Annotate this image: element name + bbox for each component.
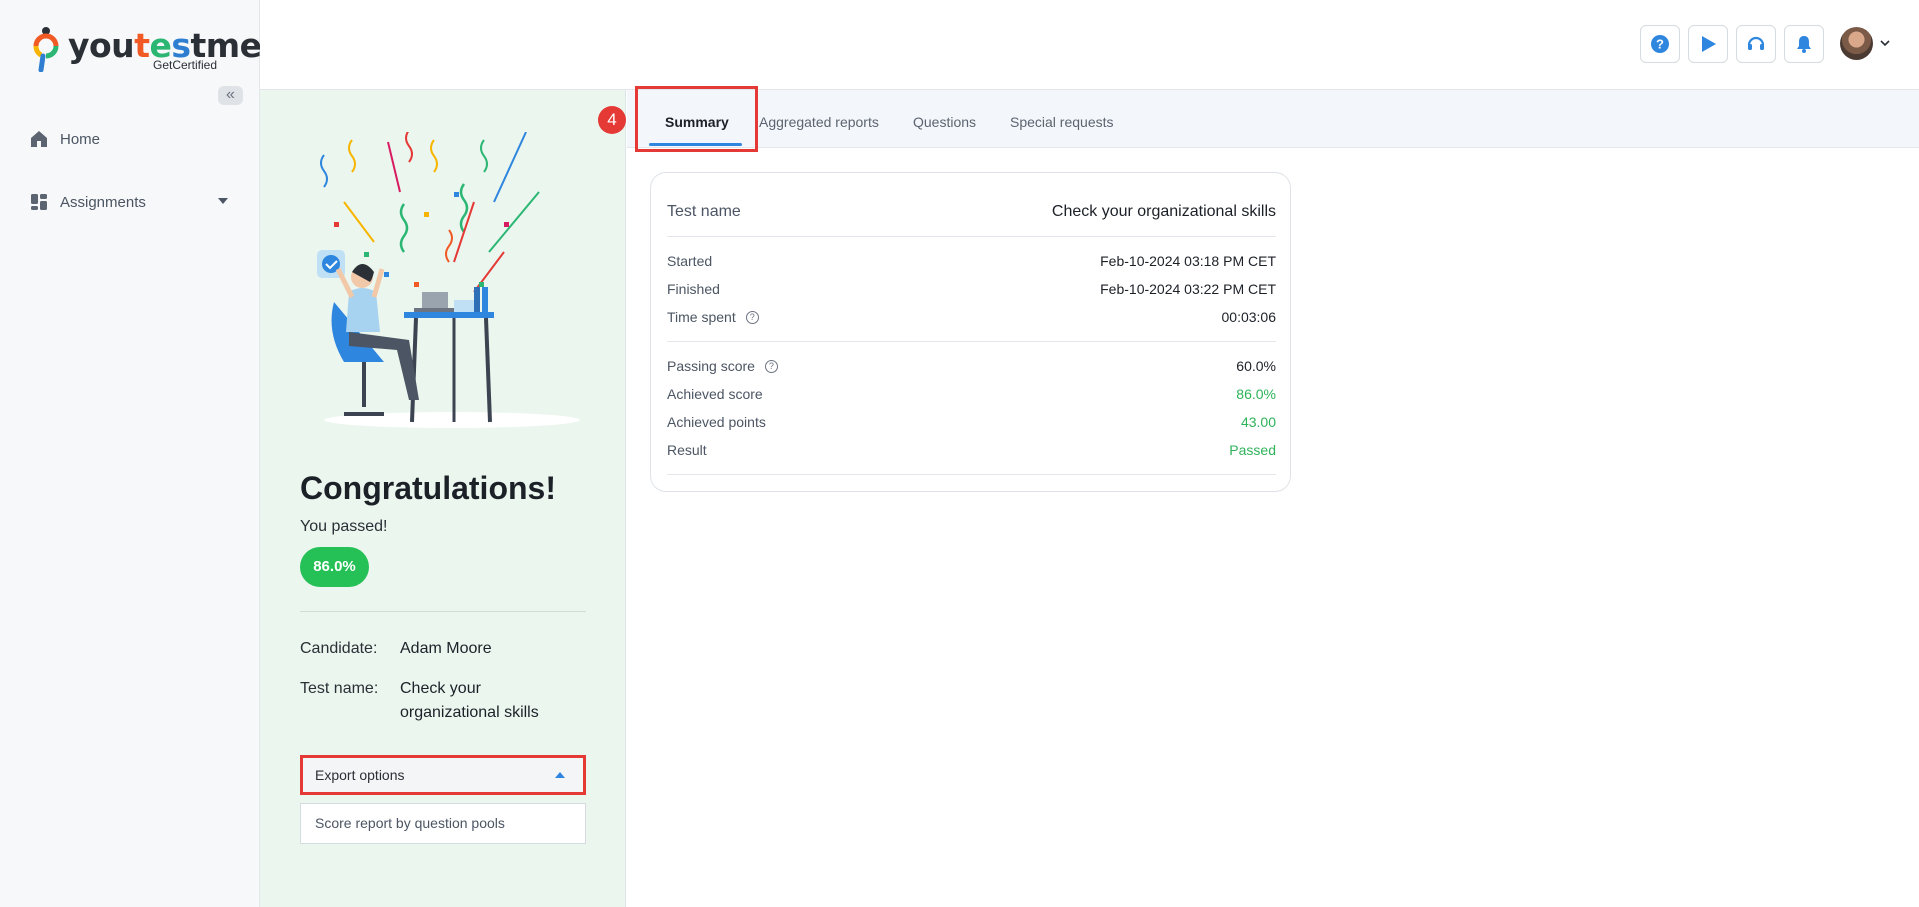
chevron-down-icon — [218, 198, 228, 204]
achieved-points-value: 43.00 — [1240, 414, 1276, 430]
result-row: Result Passed — [667, 442, 1276, 462]
logo-mark-icon — [33, 27, 59, 72]
time-spent-label: Time spent — [667, 309, 736, 325]
notifications-button[interactable] — [1784, 25, 1824, 63]
tab-aggregated-reports[interactable]: Aggregated reports — [759, 114, 879, 130]
play-icon — [1702, 36, 1716, 52]
summary-card: Test name Check your organizational skil… — [650, 172, 1291, 492]
sidebar-item-label: Assignments — [60, 193, 146, 211]
top-header: ? — [260, 0, 1919, 90]
sidebar-item-home[interactable]: Home — [30, 127, 100, 151]
help-icon: ? — [1651, 35, 1669, 53]
score-badge: 86.0% — [300, 547, 369, 587]
avatar[interactable] — [1840, 27, 1873, 60]
export-option-score-report[interactable]: Score report by question pools — [300, 803, 586, 844]
sidebar-item-label: Home — [60, 130, 101, 148]
started-value: Feb-10-2024 03:18 PM CET — [1100, 253, 1276, 269]
test-name-value: Check your organizational skills — [400, 680, 539, 721]
started-row: Started Feb-10-2024 03:18 PM CET — [667, 253, 1276, 273]
export-options-dropdown[interactable]: Export options — [300, 755, 586, 795]
divider — [300, 611, 586, 612]
passing-score-value: 60.0% — [1236, 358, 1276, 374]
dashboard-icon — [31, 194, 47, 210]
test-name-label: Test name: — [300, 680, 379, 697]
summary-test-name-label: Test name — [667, 203, 741, 220]
candidate-label: Candidate: — [300, 640, 378, 657]
result-label: Result — [667, 442, 707, 458]
help-button[interactable]: ? — [1640, 25, 1680, 63]
tab-summary[interactable]: Summary — [665, 114, 729, 130]
chevron-up-icon — [555, 772, 565, 778]
summary-test-name-row: Test name Check your organizational skil… — [667, 203, 1276, 223]
divider — [667, 236, 1276, 237]
sidebar-item-assignments[interactable]: Assignments — [30, 190, 228, 214]
achieved-score-value: 86.0% — [1236, 386, 1276, 402]
achieved-score-label: Achieved score — [667, 386, 763, 402]
divider — [667, 474, 1276, 475]
finished-label: Finished — [667, 281, 720, 297]
bell-icon — [1797, 36, 1811, 53]
tab-questions[interactable]: Questions — [913, 114, 976, 130]
result-panel: Congratulations! You passed! 86.0% Candi… — [260, 90, 626, 907]
collapse-sidebar-button[interactable]: « — [218, 86, 243, 105]
home-icon — [31, 131, 47, 147]
achieved-points-label: Achieved points — [667, 414, 766, 430]
candidate-value: Adam Moore — [400, 640, 492, 657]
started-label: Started — [667, 253, 713, 269]
passing-score-row: Passing score ? 60.0% — [667, 358, 1276, 378]
time-spent-value: 00:03:06 — [1221, 309, 1277, 325]
result-value: Passed — [1229, 442, 1276, 458]
active-tab-indicator — [649, 143, 742, 146]
sidebar: youtestme GetCertified « Home Assignment… — [0, 0, 262, 907]
time-spent-row: Time spent ? 00:03:06 — [667, 309, 1276, 329]
tab-special-requests[interactable]: Special requests — [1010, 114, 1114, 130]
finished-row: Finished Feb-10-2024 03:22 PM CET — [667, 281, 1276, 301]
finished-value: Feb-10-2024 03:22 PM CET — [1100, 281, 1276, 297]
congratulations-heading: Congratulations! — [300, 470, 556, 506]
support-button[interactable] — [1736, 25, 1776, 63]
svg-text:?: ? — [1656, 37, 1664, 52]
celebration-illustration — [317, 132, 580, 428]
tabs-bar: 4 Summary Aggregated reports Questions S… — [598, 86, 1919, 152]
brand-logo[interactable]: youtestme GetCertified — [32, 22, 262, 76]
chevron-down-icon[interactable] — [1880, 38, 1890, 48]
achieved-score-row: Achieved score 86.0% — [667, 386, 1276, 406]
help-circle-icon[interactable]: ? — [764, 359, 778, 373]
headset-icon — [1747, 36, 1765, 50]
help-circle-icon[interactable]: ? — [745, 310, 759, 324]
pass-status-text: You passed! — [300, 518, 388, 535]
passing-score-label: Passing score — [667, 358, 755, 374]
play-tutorial-button[interactable] — [1688, 25, 1728, 63]
step-number-badge: 4 — [598, 106, 626, 134]
summary-test-name-value: Check your organizational skills — [1051, 203, 1276, 220]
divider — [667, 341, 1276, 342]
export-options-label: Export options — [315, 767, 405, 783]
achieved-points-row: Achieved points 43.00 — [667, 414, 1276, 434]
brand-subtitle: GetCertified — [153, 58, 218, 72]
